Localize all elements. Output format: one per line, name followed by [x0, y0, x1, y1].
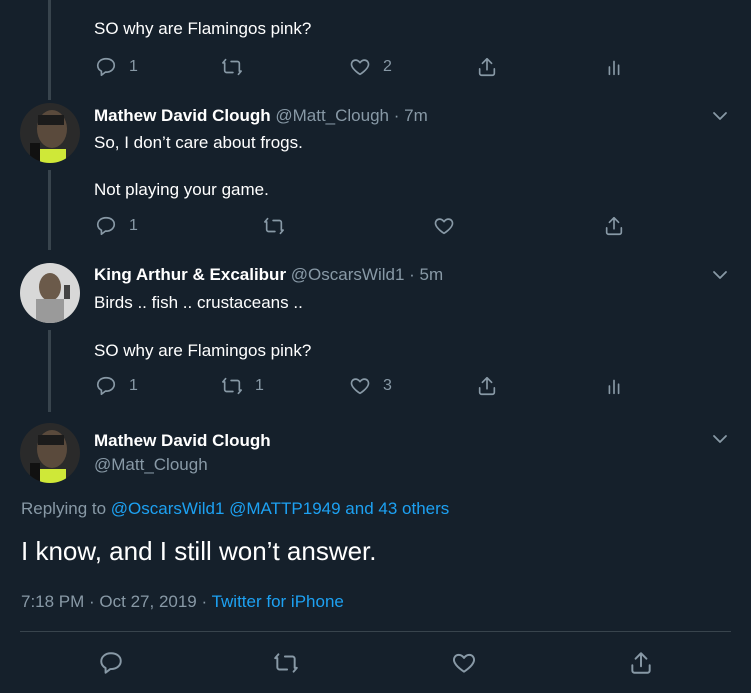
- replying-to: Replying to @OscarsWild1 @MATTP1949 and …: [21, 499, 449, 519]
- share-icon: [605, 216, 623, 236]
- retweet-button[interactable]: [273, 650, 299, 676]
- caret-down-icon[interactable]: [711, 266, 729, 284]
- thread-line: [48, 170, 51, 250]
- source-link[interactable]: Twitter for iPhone: [212, 592, 344, 611]
- tweet-text: SO why are Flamingos pink?: [94, 19, 312, 38]
- analytics-button[interactable]: [603, 375, 625, 397]
- others-link[interactable]: and 43 others: [345, 499, 449, 518]
- tweet-timestamp: 7:18 PM · Oct 27, 2019 · Twitter for iPh…: [21, 592, 344, 612]
- mention-link[interactable]: @OscarsWild1: [111, 499, 225, 518]
- reply-button[interactable]: 1: [95, 56, 138, 78]
- share-icon: [631, 652, 651, 674]
- display-name[interactable]: King Arthur & Excalibur: [94, 265, 286, 284]
- retweet-button[interactable]: [263, 215, 297, 237]
- caret-down-icon[interactable]: [711, 107, 729, 125]
- like-icon: [453, 653, 475, 673]
- retweet-button[interactable]: 1: [221, 375, 264, 397]
- replying-prefix: Replying to: [21, 499, 107, 518]
- share-button[interactable]: [476, 375, 498, 397]
- tweet-time[interactable]: · 5m: [409, 265, 443, 284]
- like-button[interactable]: 2: [349, 56, 392, 78]
- mention-link[interactable]: @MATTP1949: [229, 499, 340, 518]
- reply-button[interactable]: 1: [95, 375, 138, 397]
- share-button[interactable]: [603, 215, 625, 237]
- retweet-icon: [274, 653, 298, 673]
- tweet-text: Birds .. fish .. crustaceans ..: [94, 293, 303, 312]
- reply-count: 1: [129, 217, 138, 234]
- reply-count: 1: [129, 58, 138, 75]
- thread-line: [48, 0, 51, 100]
- thread-line: [48, 330, 51, 412]
- avatar[interactable]: [20, 423, 80, 483]
- caret-down-icon[interactable]: [711, 430, 729, 448]
- like-button[interactable]: [451, 650, 477, 676]
- like-button[interactable]: 3: [349, 375, 392, 397]
- share-icon: [478, 57, 496, 77]
- tweet-header: King Arthur & Excalibur @OscarsWild1 · 5…: [94, 265, 443, 285]
- display-name[interactable]: Mathew David Clough: [94, 431, 271, 450]
- analytics-button[interactable]: [603, 56, 625, 78]
- reply-icon: [96, 376, 116, 396]
- analytics-icon: [608, 379, 620, 395]
- reply-count: 1: [129, 377, 138, 394]
- main-tweet-text: I know, and I still won’t answer.: [21, 536, 377, 566]
- tweet-text: Not playing your game.: [94, 180, 269, 199]
- share-icon: [478, 376, 496, 396]
- tweet-text: SO why are Flamingos pink?: [94, 341, 312, 360]
- retweet-icon: [222, 377, 242, 395]
- user-handle[interactable]: @Matt_Clough: [94, 455, 208, 474]
- like-count: 3: [383, 377, 392, 394]
- timestamp[interactable]: 7:18 PM · Oct 27, 2019 ·: [21, 592, 207, 611]
- tweet-text: So, I don’t care about frogs.: [94, 133, 303, 152]
- like-count: 2: [383, 58, 392, 75]
- user-handle[interactable]: @OscarsWild1: [291, 265, 405, 284]
- retweet-button[interactable]: [221, 56, 255, 78]
- like-icon: [350, 59, 370, 76]
- avatar[interactable]: [20, 103, 80, 163]
- like-icon: [434, 218, 454, 235]
- analytics-icon: [608, 60, 620, 76]
- share-button[interactable]: [476, 56, 498, 78]
- avatar[interactable]: [20, 263, 80, 323]
- tweet-time[interactable]: · 7m: [394, 106, 428, 125]
- reply-icon: [96, 216, 116, 236]
- reply-icon: [100, 652, 122, 674]
- main-tweet-handle: @Matt_Clough: [94, 455, 208, 475]
- user-handle[interactable]: @Matt_Clough: [275, 106, 389, 125]
- retweet-icon: [264, 217, 284, 235]
- tweet-header: Mathew David Clough @Matt_Clough · 7m: [94, 106, 428, 126]
- reply-button[interactable]: [98, 650, 124, 676]
- reply-icon: [96, 57, 116, 77]
- retweet-count: 1: [255, 377, 264, 394]
- share-button[interactable]: [628, 650, 654, 676]
- like-button[interactable]: [433, 215, 467, 237]
- display-name[interactable]: Mathew David Clough: [94, 106, 271, 125]
- like-icon: [350, 378, 370, 395]
- retweet-icon: [222, 58, 242, 76]
- reply-button[interactable]: 1: [95, 215, 138, 237]
- divider: [20, 631, 731, 632]
- main-tweet-name: Mathew David Clough: [94, 431, 271, 451]
